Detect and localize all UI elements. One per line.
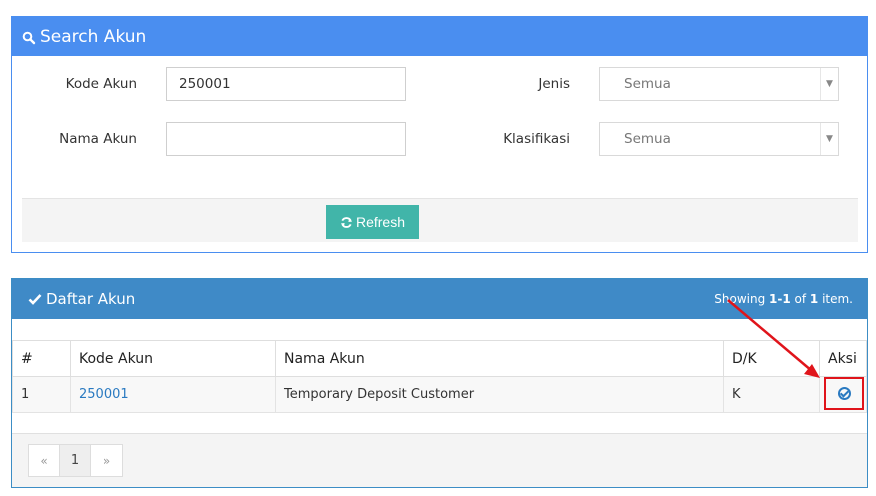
column-header-dk[interactable]: D/K <box>723 340 820 377</box>
klasifikasi-select[interactable]: Semua ▼ <box>599 122 839 156</box>
jenis-label: Jenis <box>538 76 570 92</box>
pagination: « 1 » <box>28 444 123 477</box>
search-panel-title: Search Akun <box>40 26 147 47</box>
account-list-header: Daftar Akun Showing 1-1 of 1 item. <box>12 279 867 319</box>
select-circle-check-icon[interactable] <box>837 387 851 400</box>
search-panel: Search Akun Kode Akun 250001 Nama Akun J… <box>11 16 868 253</box>
kode-akun-link[interactable]: 250001 <box>79 387 129 402</box>
summary-prefix: Showing <box>714 292 769 306</box>
pagination-page-1[interactable]: 1 <box>60 445 91 476</box>
nama-akun-label: Nama Akun <box>59 131 137 147</box>
kode-akun-input[interactable]: 250001 <box>166 67 406 101</box>
pagination-next[interactable]: » <box>91 445 122 476</box>
summary-suffix: item. <box>818 292 853 306</box>
refresh-icon <box>340 216 353 228</box>
refresh-button-label: Refresh <box>355 214 406 230</box>
klasifikasi-label: Klasifikasi <box>503 131 570 147</box>
search-icon <box>22 30 36 44</box>
column-header-aksi: Aksi <box>819 340 867 377</box>
account-list-title: Daftar Akun <box>46 290 136 308</box>
row-number: 1 <box>12 376 71 413</box>
refresh-button[interactable]: Refresh <box>326 205 419 239</box>
column-header-number: # <box>12 340 71 377</box>
column-header-nama-akun[interactable]: Nama Akun <box>275 340 724 377</box>
summary-of: of <box>790 292 810 306</box>
chevron-down-icon[interactable]: ▼ <box>820 123 838 155</box>
jenis-selected-value: Semua <box>624 76 671 92</box>
checkmark-icon <box>28 294 42 305</box>
chevron-down-icon[interactable]: ▼ <box>820 68 838 100</box>
highlight-box <box>824 377 864 410</box>
row-kode-akun: 250001 <box>70 376 276 413</box>
account-table: # Kode Akun Nama Akun D/K Aksi 1 250001 … <box>12 340 867 413</box>
table-header-row: # Kode Akun Nama Akun D/K Aksi <box>12 340 867 377</box>
row-nama-akun: Temporary Deposit Customer <box>275 376 724 413</box>
search-panel-header: Search Akun <box>12 17 867 56</box>
nama-akun-input[interactable] <box>166 122 406 156</box>
row-aksi <box>819 376 867 413</box>
summary-total: 1 <box>809 292 819 306</box>
account-list-panel: Daftar Akun Showing 1-1 of 1 item. # Kod… <box>11 278 868 488</box>
jenis-select[interactable]: Semua ▼ <box>599 67 839 101</box>
search-panel-footer: Refresh <box>22 198 858 242</box>
summary-range: 1-1 <box>769 292 791 306</box>
kode-akun-label: Kode Akun <box>65 76 137 92</box>
result-summary: Showing 1-1 of 1 item. <box>714 292 853 306</box>
klasifikasi-selected-value: Semua <box>624 131 671 147</box>
table-row: 1 250001 Temporary Deposit Customer K <box>12 376 867 413</box>
column-header-kode-akun[interactable]: Kode Akun <box>70 340 276 377</box>
pagination-prev[interactable]: « <box>29 445 60 476</box>
row-dk: K <box>723 376 820 413</box>
account-list-footer: « 1 » <box>12 433 867 487</box>
